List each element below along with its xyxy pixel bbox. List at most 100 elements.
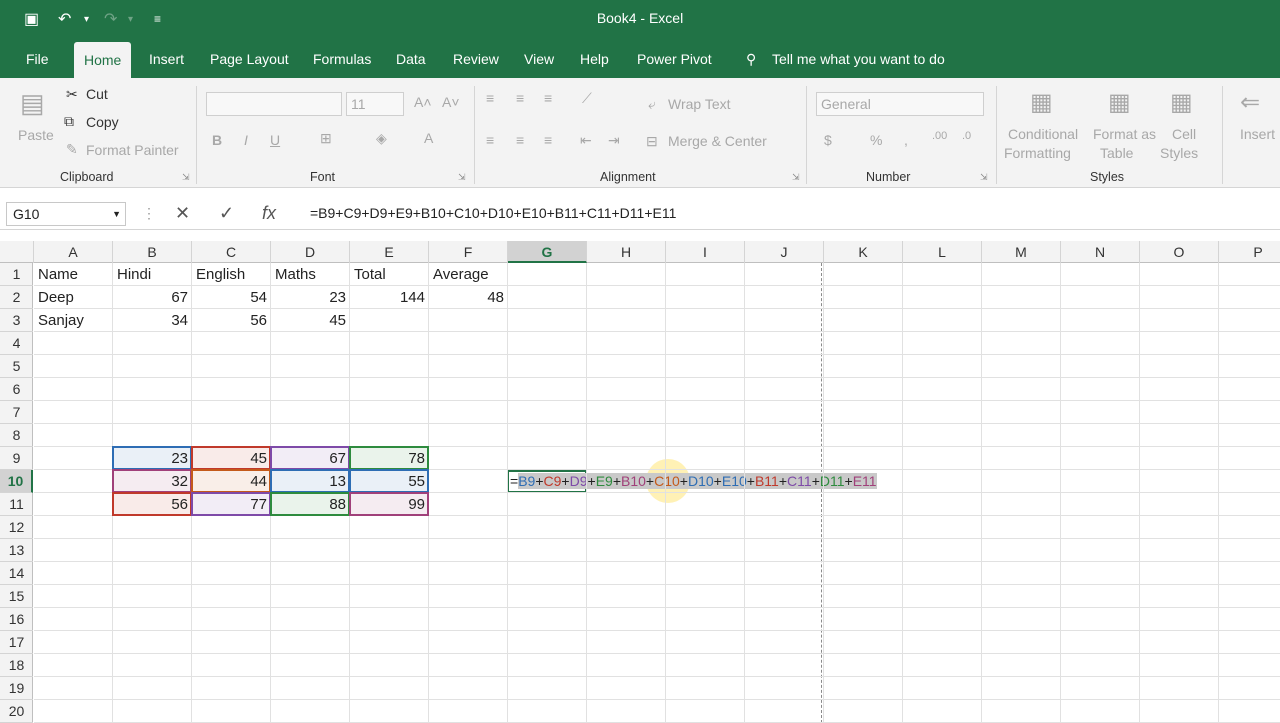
formula-input[interactable]: =B9+C9+D9+E9+B10+C10+D10+E10+B11+C11+D11… <box>310 205 676 221</box>
row-header-16[interactable]: 16 <box>0 608 33 631</box>
tab-help[interactable]: Help <box>570 38 619 78</box>
cell-D10[interactable]: 13 <box>271 470 350 493</box>
copy-icon[interactable]: ⧉ <box>64 113 74 130</box>
cell-E10[interactable]: 55 <box>350 470 429 493</box>
row-header-2[interactable]: 2 <box>0 286 33 309</box>
row-header-13[interactable]: 13 <box>0 539 33 562</box>
row-header-3[interactable]: 3 <box>0 309 33 332</box>
cell-F2[interactable]: 48 <box>429 286 508 309</box>
row-header-18[interactable]: 18 <box>0 654 33 677</box>
cell-D1[interactable]: Maths <box>271 263 350 286</box>
font-size-select[interactable]: 11 <box>346 92 404 116</box>
row-header-5[interactable]: 5 <box>0 355 33 378</box>
row-header-6[interactable]: 6 <box>0 378 33 401</box>
cell-C1[interactable]: English <box>192 263 271 286</box>
column-header-G[interactable]: G <box>508 241 587 263</box>
row-header-8[interactable]: 8 <box>0 424 33 447</box>
cell-C10[interactable]: 44 <box>192 470 271 493</box>
tab-formulas[interactable]: Formulas <box>303 38 381 78</box>
column-header-F[interactable]: F <box>429 241 508 263</box>
row-header-4[interactable]: 4 <box>0 332 33 355</box>
column-header-O[interactable]: O <box>1140 241 1219 263</box>
grid-row-line <box>34 400 1280 401</box>
row-header-15[interactable]: 15 <box>0 585 33 608</box>
cell-D11[interactable]: 88 <box>271 493 350 516</box>
column-header-P[interactable]: P <box>1219 241 1280 263</box>
paste-icon[interactable]: ▤ <box>20 88 45 119</box>
tab-data[interactable]: Data <box>386 38 436 78</box>
cell-E11[interactable]: 99 <box>350 493 429 516</box>
font-group-label: Font <box>310 170 336 184</box>
name-box-dropdown-icon[interactable]: ▼ <box>112 203 121 225</box>
select-all-corner[interactable] <box>0 241 34 263</box>
cell-F1[interactable]: Average <box>429 263 508 286</box>
cell-C3[interactable]: 56 <box>192 309 271 332</box>
cell-B9[interactable]: 23 <box>113 447 192 470</box>
cell-A3[interactable]: Sanjay <box>34 309 113 332</box>
tab-insert[interactable]: Insert <box>139 38 194 78</box>
tab-home[interactable]: Home <box>74 42 132 78</box>
cell-B11[interactable]: 56 <box>113 493 192 516</box>
row-header-12[interactable]: 12 <box>0 516 33 539</box>
cell-E1[interactable]: Total <box>350 263 429 286</box>
clipboard-launcher-icon[interactable]: ⇲ <box>182 172 190 183</box>
tab-power-pivot[interactable]: Power Pivot <box>627 38 722 78</box>
cut-icon[interactable]: ✂ <box>66 86 78 103</box>
cell-C2[interactable]: 54 <box>192 286 271 309</box>
column-header-C[interactable]: C <box>192 241 271 263</box>
cell-D2[interactable]: 23 <box>271 286 350 309</box>
row-header-19[interactable]: 19 <box>0 677 33 700</box>
column-header-H[interactable]: H <box>587 241 666 263</box>
grid-col-line <box>665 263 666 723</box>
cell-D3[interactable]: 45 <box>271 309 350 332</box>
cell-A2[interactable]: Deep <box>34 286 113 309</box>
column-header-J[interactable]: J <box>745 241 824 263</box>
tab-file[interactable]: File <box>16 38 59 78</box>
formula-operator: + <box>535 473 544 489</box>
cell-A1[interactable]: Name <box>34 263 113 286</box>
cell-E2[interactable]: 144 <box>350 286 429 309</box>
font-name-select[interactable] <box>206 92 342 116</box>
tell-me-search[interactable]: Tell me what you want to do <box>762 38 955 78</box>
column-header-L[interactable]: L <box>903 241 982 263</box>
column-header-M[interactable]: M <box>982 241 1061 263</box>
cell-C11[interactable]: 77 <box>192 493 271 516</box>
row-header-1[interactable]: 1 <box>0 263 33 286</box>
cell-D9[interactable]: 67 <box>271 447 350 470</box>
column-header-D[interactable]: D <box>271 241 350 263</box>
column-header-B[interactable]: B <box>113 241 192 263</box>
cell-B10[interactable]: 32 <box>113 470 192 493</box>
cell-C9[interactable]: 45 <box>192 447 271 470</box>
worksheet-grid[interactable]: =B9+C9+D9+E9+B10+C10+D10+E10+B11+C11+D11… <box>34 263 1280 723</box>
copy-button[interactable]: Copy <box>86 114 119 130</box>
grid-col-line <box>586 263 587 723</box>
tab-page-layout[interactable]: Page Layout <box>200 38 299 78</box>
tab-review[interactable]: Review <box>443 38 509 78</box>
align-left-icon: ≡ <box>486 132 495 148</box>
cell-B2[interactable]: 67 <box>113 286 192 309</box>
grid-row-line <box>34 607 1280 608</box>
insert-function-icon[interactable]: fx <box>262 203 276 224</box>
row-header-14[interactable]: 14 <box>0 562 33 585</box>
column-header-E[interactable]: E <box>350 241 429 263</box>
row-header-10[interactable]: 10 <box>0 470 33 493</box>
row-header-7[interactable]: 7 <box>0 401 33 424</box>
alignment-launcher-icon: ⇲ <box>792 172 800 182</box>
enter-icon[interactable]: ✓ <box>219 203 234 224</box>
cut-button[interactable]: Cut <box>86 86 108 102</box>
name-box[interactable]: G10 ▼ <box>6 202 126 226</box>
paste-button[interactable]: Paste <box>18 127 54 143</box>
column-header-A[interactable]: A <box>34 241 113 263</box>
column-header-I[interactable]: I <box>666 241 745 263</box>
tab-view[interactable]: View <box>514 38 564 78</box>
cancel-icon[interactable]: ✕ <box>175 203 190 224</box>
row-header-17[interactable]: 17 <box>0 631 33 654</box>
cell-edit-formula[interactable]: =B9+C9+D9+E9+B10+C10+D10+E10+B11+C11+D11… <box>510 471 877 492</box>
cell-B3[interactable]: 34 <box>113 309 192 332</box>
column-header-N[interactable]: N <box>1061 241 1140 263</box>
row-header-11[interactable]: 11 <box>0 493 33 516</box>
row-header-9[interactable]: 9 <box>0 447 33 470</box>
column-header-K[interactable]: K <box>824 241 903 263</box>
cell-E9[interactable]: 78 <box>350 447 429 470</box>
cell-B1[interactable]: Hindi <box>113 263 192 286</box>
